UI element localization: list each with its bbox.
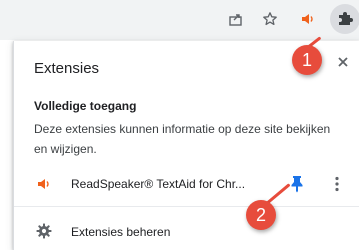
speaker-icon [36,177,52,196]
divider [14,206,359,207]
more-options-icon[interactable] [334,175,340,198]
pin-icon[interactable] [290,175,304,198]
gear-icon [36,223,52,244]
extensions-puzzle-button[interactable] [330,4,359,34]
section-description: Deze extensies kunnen informatie op deze… [34,122,331,156]
extension-name: ReadSpeaker® TextAid for Chr... [71,177,246,191]
manage-extensions-item[interactable]: Extensies beheren [14,217,359,247]
popup-title: Extensies [34,60,100,77]
speaker-icon[interactable] [296,7,320,31]
share-icon[interactable] [224,7,248,31]
callout-badge-2: 2 [246,200,276,230]
bookmark-star-icon[interactable] [258,7,282,31]
extension-row[interactable]: ReadSpeaker® TextAid for Chr... [14,169,359,199]
callout-badge-1: 1 [292,45,322,75]
browser-window: Extensies Volledige toegang Deze extensi… [0,0,359,250]
browser-toolbar [0,0,359,40]
puzzle-icon [339,12,353,25]
section-heading: Volledige toegang [34,99,137,113]
manage-extensions-label: Extensies beheren [71,225,171,239]
close-icon[interactable] [334,53,352,71]
